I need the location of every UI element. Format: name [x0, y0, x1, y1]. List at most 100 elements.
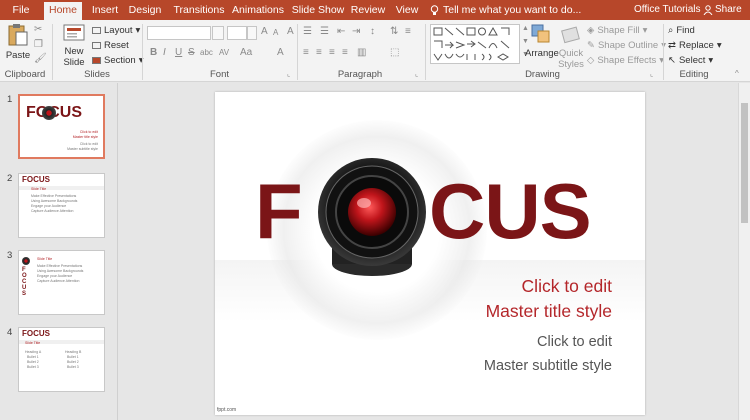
subtitle-placeholder-line-2[interactable]: Master subtitle style: [484, 358, 612, 374]
thumb-text: Make Effective Presentations: [31, 194, 77, 198]
thumb-text: Engage your Audience: [31, 204, 67, 208]
quick-styles-button[interactable]: Quick Styles: [557, 23, 585, 70]
account-name[interactable]: Office Tutorials: [634, 0, 701, 20]
focus-letters-cus: CUS: [429, 167, 592, 255]
align-text-icon[interactable]: ≡: [405, 26, 411, 37]
align-right-icon[interactable]: ≡: [329, 47, 335, 58]
reset-label: Reset: [104, 40, 129, 51]
bold-button[interactable]: B: [150, 47, 157, 58]
slide-number: 2: [7, 173, 13, 184]
collapse-ribbon-icon[interactable]: ^: [735, 69, 739, 78]
vertical-scrollbar[interactable]: [738, 83, 750, 420]
scrollbar-thumb[interactable]: [741, 103, 748, 223]
title-placeholder-line-1[interactable]: Click to edit: [522, 276, 612, 297]
shape-outline-button[interactable]: ✎Shape Outline▾: [587, 40, 666, 51]
format-painter-icon[interactable]: 🖌: [34, 53, 47, 64]
shadow-button[interactable]: abc: [200, 48, 213, 57]
paste-button[interactable]: Paste: [4, 23, 32, 61]
thumb-text: Make Effective Presentations: [37, 264, 83, 268]
slide-thumbnail-3[interactable]: FOCUS Slide Title Make Effective Present…: [18, 250, 105, 315]
layout-button[interactable]: Layout ▾: [92, 25, 140, 36]
slide-thumbnail-pane[interactable]: 1 FOCUS Click to edit Master title style…: [0, 83, 118, 420]
find-button[interactable]: ⌕ Find: [668, 25, 695, 36]
thumb-text: Bullet 2: [67, 360, 79, 364]
decrease-indent-icon[interactable]: ⇤: [337, 26, 345, 37]
replace-label: Replace: [678, 40, 714, 51]
section-button[interactable]: Section▾: [92, 55, 143, 66]
copy-icon[interactable]: ❐: [34, 39, 43, 50]
tab-design[interactable]: Design: [126, 0, 164, 20]
shapes-gallery[interactable]: [430, 24, 520, 64]
font-name-dropdown[interactable]: [212, 26, 224, 40]
new-slide-button[interactable]: New Slide: [58, 23, 90, 68]
slide-thumbnail-4[interactable]: FOCUS Slide Title Heading A Bullet 1 Bul…: [18, 327, 105, 392]
cut-icon[interactable]: ✂: [34, 24, 42, 35]
font-name-field[interactable]: [147, 26, 211, 40]
paste-label: Paste: [5, 50, 31, 61]
slide-thumbnail-2[interactable]: FOCUS Slide Title Make Effective Present…: [18, 173, 105, 238]
tab-review[interactable]: Review: [348, 0, 388, 20]
bullets-icon[interactable]: ☰: [303, 26, 312, 37]
tell-me-text: Tell me what you want to do...: [443, 4, 582, 16]
quick-styles-label-1: Quick: [558, 48, 584, 59]
replace-button[interactable]: ⇄ Replace ▾: [668, 40, 722, 51]
thumb-text: Capture Audience Attention: [37, 279, 80, 283]
align-center-icon[interactable]: ≡: [316, 47, 322, 58]
thumb-text: Click to edit: [79, 130, 98, 134]
group-label-font: Font: [209, 69, 229, 80]
slide-number: 1: [7, 94, 13, 105]
tab-transitions[interactable]: Transitions: [170, 0, 228, 20]
footer-url: fppt.com: [217, 407, 237, 413]
italic-button[interactable]: I: [163, 47, 166, 58]
current-slide[interactable]: F CUS Click to edit Master title style C…: [215, 92, 645, 415]
tab-file[interactable]: File: [6, 0, 36, 20]
tab-insert[interactable]: Insert: [87, 0, 123, 20]
text-direction-icon[interactable]: ⇅: [390, 26, 398, 37]
underline-button[interactable]: U: [175, 47, 182, 58]
shrink-font-icon[interactable]: A: [273, 28, 278, 37]
tab-view[interactable]: View: [392, 0, 422, 20]
numbering-icon[interactable]: ☰: [320, 26, 329, 37]
thumb-text: Slide Title: [31, 187, 47, 191]
layout-label: Layout: [104, 25, 133, 36]
effects-icon: ◇: [587, 55, 595, 66]
font-size-dropdown[interactable]: [247, 26, 257, 40]
arrange-button[interactable]: Arrange: [525, 23, 559, 59]
dialog-launcher-icon[interactable]: ⌞: [415, 70, 418, 78]
subtitle-placeholder-line-1[interactable]: Click to edit: [537, 334, 612, 350]
select-button[interactable]: ↖ Select ▾: [668, 55, 713, 66]
char-spacing-button[interactable]: AV: [219, 48, 229, 57]
tell-me-box[interactable]: Tell me what you want to do...: [430, 0, 581, 20]
clipboard-icon: [8, 24, 28, 46]
shape-effects-button[interactable]: ◇ Shape Effects ▾: [587, 55, 664, 66]
new-slide-label-1: New: [64, 46, 84, 57]
grow-font-icon[interactable]: A: [261, 26, 268, 37]
arrange-icon: [531, 24, 550, 43]
shape-outline-label: Shape Outline: [597, 40, 659, 51]
justify-icon[interactable]: ≡: [342, 47, 348, 58]
share-button[interactable]: Share: [700, 2, 745, 18]
columns-icon[interactable]: ▥: [357, 47, 366, 58]
strikethrough-button[interactable]: S: [188, 47, 195, 58]
cursor-icon: ↖: [668, 55, 676, 66]
shape-fill-button[interactable]: ◈ Shape Fill ▾: [587, 25, 647, 36]
dialog-launcher-icon[interactable]: ⌞: [287, 70, 290, 78]
title-placeholder-line-2[interactable]: Master title style: [486, 301, 612, 322]
paint-bucket-icon: ◈: [587, 25, 595, 36]
tab-slide-show[interactable]: Slide Show: [290, 0, 346, 20]
tab-home[interactable]: Home: [44, 2, 82, 20]
line-spacing-icon[interactable]: ↕: [370, 26, 375, 37]
clear-format-icon[interactable]: A: [287, 26, 294, 37]
change-case-button[interactable]: Aa: [240, 47, 252, 58]
slide-thumbnail-1[interactable]: FOCUS Click to edit Master title style C…: [18, 94, 105, 159]
align-left-icon[interactable]: ≡: [303, 47, 309, 58]
tab-animations[interactable]: Animations: [230, 0, 286, 20]
thumb-text: Master subtitle style: [67, 147, 98, 151]
share-label: Share: [715, 4, 742, 15]
font-color-button[interactable]: A: [277, 47, 284, 58]
smartart-icon[interactable]: ⬚: [390, 47, 399, 58]
reset-button[interactable]: Reset: [92, 40, 129, 51]
dialog-launcher-icon[interactable]: ⌞: [650, 70, 653, 78]
increase-indent-icon[interactable]: ⇥: [352, 26, 360, 37]
font-size-field[interactable]: [227, 26, 247, 40]
